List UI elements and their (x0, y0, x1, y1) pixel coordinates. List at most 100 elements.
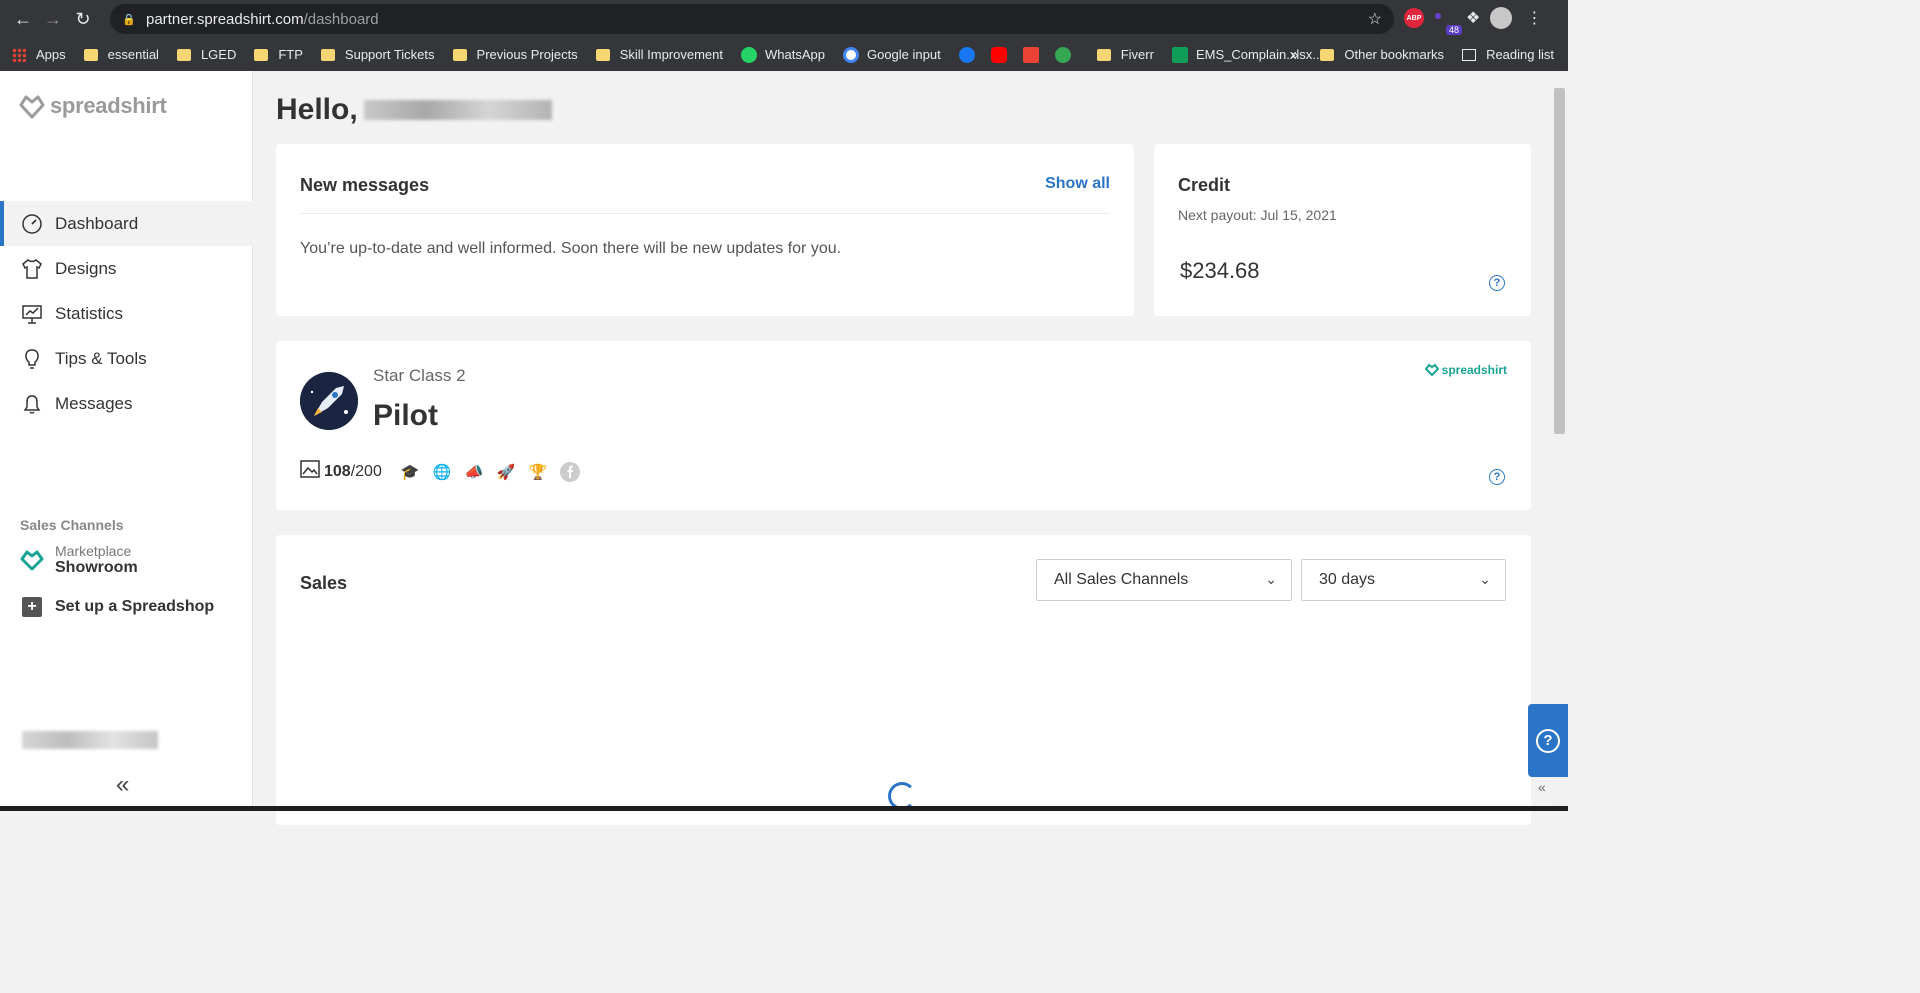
bookmark-lged[interactable]: LGED (176, 47, 236, 62)
logo-text: spreadshirt (50, 93, 167, 118)
browser-chrome: ← → ↻ 🔒 partner.spreadshirt.com/dashboar… (0, 0, 1568, 71)
bookmark-youtube[interactable] (990, 46, 1015, 63)
bookmark-fiverr[interactable]: Fiverr (1096, 47, 1154, 62)
bookmark-ftp[interactable]: FTP (254, 47, 303, 62)
tshirt-icon (20, 257, 44, 281)
apps-grid-icon (12, 47, 26, 62)
bookmark-gmail[interactable] (1022, 46, 1047, 63)
bookmark-essential[interactable]: essential (83, 47, 159, 62)
bookmarks-overflow-icon[interactable]: » (1291, 47, 1298, 62)
sidebar-item-messages[interactable]: Messages (0, 381, 253, 426)
setup-spreadshop-label: Set up a Spreadshop (55, 598, 215, 615)
sidebar-item-label: Statistics (55, 303, 124, 323)
folder-icon (176, 48, 191, 61)
sidebar-item-dashboard[interactable]: Dashboard (0, 201, 253, 246)
designs-count-value: 108 (324, 462, 351, 480)
spreadshirt-brand: spreadshirt (1424, 363, 1507, 377)
marketplace-label: Marketplace (55, 543, 132, 559)
facebook-icon (958, 46, 975, 63)
sidebar-item-tips-tools[interactable]: Tips & Tools (0, 336, 253, 381)
period-select[interactable]: 30 days ⌄ (1301, 559, 1506, 601)
address-bar[interactable]: 🔒 partner.spreadshirt.com/dashboard ☆ (110, 4, 1394, 34)
show-all-link[interactable]: Show all (1045, 175, 1110, 193)
help-button[interactable]: ? (1528, 704, 1568, 777)
marketplace-heart-icon (20, 550, 44, 571)
star-stats-row: 108/200 🎓 🌐 📣 🚀 🏆 (300, 460, 580, 483)
bookmark-star-icon[interactable]: ☆ (1368, 9, 1382, 29)
credit-help-icon[interactable]: ? (1489, 275, 1505, 291)
extension-icon[interactable]: ● 48 (1434, 7, 1462, 35)
folder-icon (320, 48, 335, 61)
megaphone-icon: 📣 (464, 463, 484, 481)
collapse-help-icon[interactable]: « (1538, 779, 1546, 795)
reading-list[interactable]: Reading list (1462, 47, 1554, 62)
folder-icon (1096, 48, 1111, 61)
lock-icon: 🔒 (122, 13, 136, 26)
sidebar-item-designs[interactable]: Designs (0, 246, 253, 291)
back-icon[interactable]: ← (8, 4, 38, 34)
collapse-sidebar-button[interactable]: « (116, 771, 129, 799)
taskbar-strip (0, 806, 1568, 811)
next-payout: Next payout: Jul 15, 2021 (1178, 207, 1337, 223)
bookmark-previous-projects[interactable]: Previous Projects (452, 47, 578, 62)
spreadshirt-heart-icon (19, 95, 45, 119)
blurred-name (363, 100, 552, 120)
page-scrollbar[interactable] (1551, 71, 1568, 811)
adblock-extension-icon[interactable]: ABP (1404, 8, 1424, 28)
folder-icon (452, 48, 467, 61)
sales-title: Sales (300, 573, 348, 593)
period-value: 30 days (1319, 571, 1376, 588)
chevron-down-icon: ⌄ (1479, 571, 1491, 587)
star-class-card: Star Class 2 Pilot spreadshirt 108/200 🎓… (276, 341, 1531, 510)
bookmark-google-input[interactable]: Google input (842, 46, 941, 63)
greeting-text: Hello, (276, 93, 358, 126)
forward-icon[interactable]: → (38, 4, 68, 34)
bookmark-whatsapp[interactable]: WhatsApp (741, 46, 825, 63)
setup-spreadshop-link[interactable]: + Set up a Spreadshop (22, 597, 214, 617)
folder-icon (83, 48, 98, 61)
sidebar-item-statistics[interactable]: Statistics (0, 291, 253, 336)
credit-card: Credit Next payout: Jul 15, 2021 $234.68… (1154, 144, 1531, 316)
lightbulb-icon (20, 347, 44, 371)
youtube-icon (990, 46, 1007, 63)
sidebar-item-label: Tips & Tools (55, 348, 147, 368)
help-question-icon: ? (1536, 728, 1560, 753)
presentation-chart-icon (20, 302, 44, 326)
reading-list-icon (1462, 48, 1477, 61)
sidebar-item-label: Messages (55, 393, 133, 413)
bookmark-other[interactable]: Other bookmarks (1320, 47, 1444, 62)
credit-title: Credit (1178, 175, 1231, 195)
bookmark-support-tickets[interactable]: Support Tickets (320, 47, 435, 62)
messages-card: New messages Show all You’re up-to-date … (276, 144, 1134, 316)
bookmark-label: WhatsApp (765, 47, 825, 62)
bookmark-label: Apps (36, 47, 66, 62)
sidebar: spreadshirt Dashboard Designs Statistics… (0, 71, 253, 811)
rocket-icon: 🚀 (496, 463, 516, 481)
spreadshirt-logo[interactable]: spreadshirt (18, 93, 167, 119)
bell-icon (20, 392, 44, 416)
gmail-icon (1022, 46, 1039, 63)
reload-icon[interactable]: ↻ (68, 4, 98, 34)
profile-avatar[interactable] (1490, 7, 1513, 29)
bookmark-maps[interactable] (1054, 46, 1079, 63)
divider (300, 213, 1110, 214)
whatsapp-icon (741, 46, 757, 63)
sales-channel-marketplace[interactable]: Marketplace Showroom (20, 543, 138, 577)
browser-menu-icon[interactable]: ⋮ (1526, 8, 1542, 28)
bookmark-label: Support Tickets (344, 47, 435, 62)
maps-icon (1054, 46, 1071, 63)
star-help-icon[interactable]: ? (1489, 469, 1505, 485)
scrollbar-thumb[interactable] (1554, 88, 1565, 434)
rank-title: Pilot (373, 399, 438, 432)
spreadshirt-heart-icon (1424, 364, 1439, 376)
extensions-puzzle-icon[interactable]: ❖ (1466, 8, 1480, 28)
bookmark-skill-improvement[interactable]: Skill Improvement (595, 47, 723, 62)
bookmark-apps[interactable]: Apps (12, 47, 66, 62)
messages-body: You’re up-to-date and well informed. Soo… (300, 240, 842, 257)
bookmark-facebook[interactable] (958, 46, 983, 63)
plus-icon: + (22, 597, 42, 617)
google-icon (842, 46, 859, 63)
star-class-label: Star Class 2 (373, 366, 466, 385)
sales-channels-title: Sales Channels (20, 517, 124, 533)
sales-channel-select[interactable]: All Sales Channels ⌄ (1036, 559, 1292, 601)
